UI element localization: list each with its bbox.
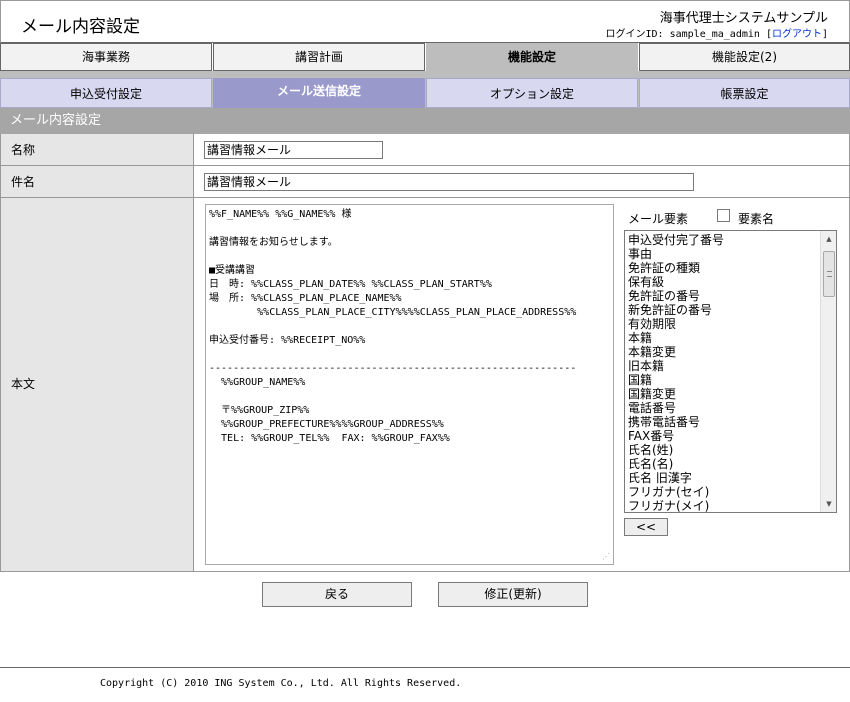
sub-tabs: 申込受付設定 メール送信設定 オプション設定 帳票設定: [0, 78, 850, 108]
list-item[interactable]: 氏名 旧漢字: [628, 471, 820, 485]
body-label: 本文: [1, 198, 194, 571]
list-item[interactable]: 事由: [628, 247, 820, 261]
body-text-content: %%F_NAME%% %%G_NAME%% 様 講習情報をお知らせします。 ■受…: [209, 209, 577, 444]
mail-elements-listbox[interactable]: 申込受付完了番号 事由 免許証の種類 保有級 免許証の番号 新免許証の番号 有効…: [624, 230, 837, 513]
list-item[interactable]: 本籍変更: [628, 345, 820, 359]
subtab-moushikomi-uketsuke[interactable]: 申込受付設定: [0, 78, 212, 108]
list-item[interactable]: 新免許証の番号: [628, 303, 820, 317]
list-item[interactable]: 氏名(姓): [628, 443, 820, 457]
list-item[interactable]: 有効期限: [628, 317, 820, 331]
body-textarea[interactable]: %%F_NAME%% %%G_NAME%% 様 講習情報をお知らせします。 ■受…: [205, 204, 614, 565]
back-button[interactable]: 戻る: [262, 582, 412, 607]
list-item[interactable]: 保有級: [628, 275, 820, 289]
insert-element-button[interactable]: <<: [624, 518, 668, 536]
logout-link[interactable]: ログアウト: [772, 29, 822, 40]
form-row-name: 名称 講習情報メール: [1, 134, 850, 166]
list-item[interactable]: 国籍変更: [628, 387, 820, 401]
list-item[interactable]: フリガナ(セイ): [628, 485, 820, 499]
list-item[interactable]: 本籍: [628, 331, 820, 345]
tab-koshu-keikaku[interactable]: 講習計画: [213, 43, 425, 71]
list-item[interactable]: FAX番号: [628, 429, 820, 443]
list-item[interactable]: 国籍: [628, 373, 820, 387]
page-header: メール内容設定 海事代理士システムサンプル ログインID: sample_ma_…: [0, 0, 850, 43]
main-tabs: 海事業務 講習計画 機能設定 機能設定(2): [0, 43, 850, 71]
footer-divider: [0, 667, 850, 668]
subtab-chohyo[interactable]: 帳票設定: [639, 78, 850, 108]
tab-kino-settei[interactable]: 機能設定: [426, 43, 638, 71]
login-id: ログインID: sample_ma_admin: [605, 29, 760, 40]
tab-kino-settei-2[interactable]: 機能設定(2): [639, 43, 850, 71]
mail-content-form: 名称 講習情報メール 件名 講習情報メール 本文 %%F_NAME%% %%G_…: [0, 134, 850, 572]
subtab-option[interactable]: オプション設定: [426, 78, 638, 108]
section-title: メール内容設定: [0, 108, 850, 134]
element-name-checkbox[interactable]: [717, 209, 730, 222]
subject-input[interactable]: 講習情報メール: [204, 173, 694, 191]
login-info: ログインID: sample_ma_admin [ログアウト]: [606, 25, 828, 40]
list-item[interactable]: 氏名(名): [628, 457, 820, 471]
list-item[interactable]: 免許証の種類: [628, 261, 820, 275]
form-row-subject: 件名 講習情報メール: [1, 166, 850, 198]
listbox-scrollbar[interactable]: ▲ ▼: [820, 231, 836, 512]
logout-bracket-close: ]: [821, 29, 828, 40]
name-label: 名称: [1, 134, 194, 165]
resize-grip-icon[interactable]: ⋰: [602, 553, 610, 561]
list-item[interactable]: 旧本籍: [628, 359, 820, 373]
element-name-checkbox-label: 要素名: [738, 212, 775, 226]
name-input[interactable]: 講習情報メール: [204, 141, 383, 159]
mail-elements-list: 申込受付完了番号 事由 免許証の種類 保有級 免許証の番号 新免許証の番号 有効…: [628, 233, 820, 512]
tabs-band: [0, 71, 850, 78]
mail-elements-label: メール要素: [628, 212, 689, 226]
subject-label: 件名: [1, 166, 194, 197]
system-name: 海事代理士システムサンプル: [659, 11, 828, 26]
list-item[interactable]: 携帯電話番号: [628, 415, 820, 429]
list-item[interactable]: フリガナ(メイ): [628, 499, 820, 512]
scroll-up-arrow-icon[interactable]: ▲: [821, 231, 836, 247]
list-item[interactable]: 電話番号: [628, 401, 820, 415]
copyright-text: Copyright (C) 2010 ING System Co., Ltd. …: [100, 678, 462, 689]
form-row-body: 本文 %%F_NAME%% %%G_NAME%% 様 講習情報をお知らせします。…: [1, 198, 850, 571]
scroll-down-arrow-icon[interactable]: ▼: [821, 496, 836, 512]
list-item[interactable]: 免許証の番号: [628, 289, 820, 303]
grip-lines-icon: [827, 271, 832, 277]
tab-kaiji-gyomu[interactable]: 海事業務: [0, 43, 212, 71]
subtab-mail-soshin[interactable]: メール送信設定: [213, 78, 425, 108]
page-title: メール内容設定: [21, 17, 140, 37]
update-button[interactable]: 修正(更新): [438, 582, 588, 607]
scroll-thumb[interactable]: [823, 251, 835, 297]
list-item[interactable]: 申込受付完了番号: [628, 233, 820, 247]
